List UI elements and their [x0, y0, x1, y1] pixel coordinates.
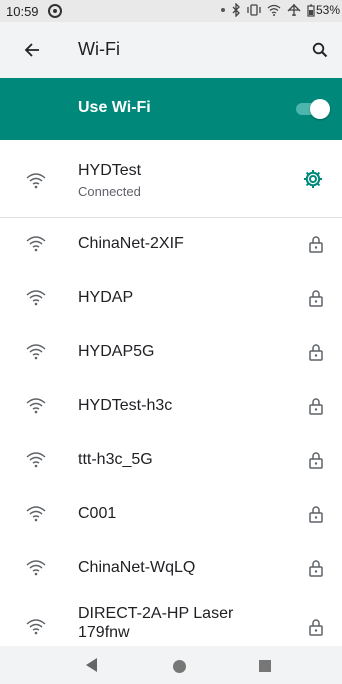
nav-home-icon[interactable] — [173, 660, 186, 673]
battery-percent: 53% — [315, 3, 340, 17]
network-name: HYDAP5G — [78, 343, 155, 360]
lock-icon — [309, 452, 323, 469]
back-button[interactable] — [20, 38, 44, 62]
gear-icon[interactable] — [302, 168, 324, 190]
status-bar: 10:59 53% — [0, 0, 342, 22]
network-row[interactable]: C001 — [0, 487, 342, 543]
dot-icon — [220, 8, 225, 12]
status-time: 10:59 — [6, 4, 39, 19]
lock-icon — [309, 398, 323, 415]
lock-icon — [309, 619, 323, 636]
navigation-bar — [0, 646, 342, 684]
airplane-icon — [287, 4, 301, 16]
network-row[interactable]: DIRECT-2A-HP Laser 179fnw — [0, 595, 342, 651]
toggle-thumb — [310, 99, 330, 119]
network-name: C001 — [78, 505, 117, 522]
network-name: ChinaNet-WqLQ — [78, 559, 196, 576]
search-button[interactable] — [308, 38, 332, 62]
wifi-status-icon — [267, 4, 281, 16]
wifi-signal-icon — [26, 560, 46, 576]
lock-icon — [309, 560, 323, 577]
connected-status: Connected — [78, 184, 141, 199]
wifi-signal-icon — [26, 619, 46, 635]
network-name: HYDAP — [78, 289, 134, 306]
bluetooth-icon — [232, 3, 240, 17]
wifi-signal-icon — [26, 290, 46, 306]
app-bar: Wi-Fi — [0, 22, 342, 78]
connected-network-name: HYDTest — [78, 162, 142, 179]
wifi-signal-icon — [26, 506, 46, 522]
lock-icon — [309, 506, 323, 523]
network-name: ChinaNet-2XIF — [78, 235, 184, 252]
network-name: HYDTest-h3c — [78, 397, 173, 414]
network-row[interactable]: HYDAP — [0, 271, 342, 327]
wifi-signal-icon — [26, 236, 46, 252]
battery-icon — [307, 4, 315, 17]
network-row[interactable]: ttt-h3c_5G — [0, 433, 342, 489]
network-row[interactable]: HYDAP5G — [0, 325, 342, 381]
wifi-signal-icon — [26, 452, 46, 468]
network-row[interactable]: HYDTest-h3c — [0, 379, 342, 435]
wifi-signal-icon — [26, 344, 46, 360]
notification-icon — [48, 4, 62, 21]
connected-network-row[interactable]: HYDTest Connected — [0, 140, 342, 218]
wifi-toggle[interactable] — [296, 99, 330, 119]
use-wifi-bar[interactable]: Use Wi-Fi — [0, 78, 342, 140]
lock-icon — [309, 344, 323, 361]
search-icon — [312, 42, 328, 58]
network-name: ttt-h3c_5G — [78, 451, 153, 468]
status-icons: 53% — [220, 3, 340, 17]
use-wifi-label: Use Wi-Fi — [78, 99, 151, 116]
network-row[interactable]: ChinaNet-2XIF — [0, 217, 342, 273]
lock-icon — [309, 236, 323, 253]
wifi-signal-icon — [26, 398, 46, 414]
arrow-back-icon — [24, 43, 39, 57]
lock-icon — [309, 290, 323, 307]
network-row[interactable]: ChinaNet-WqLQ — [0, 541, 342, 597]
wifi-signal-icon — [26, 173, 46, 189]
nav-recents-icon[interactable] — [259, 660, 271, 672]
nav-back-icon[interactable] — [86, 658, 98, 672]
vibrate-icon — [247, 4, 261, 16]
page-title: Wi-Fi — [78, 39, 120, 59]
network-name: DIRECT-2A-HP Laser 179fnw — [78, 605, 234, 641]
